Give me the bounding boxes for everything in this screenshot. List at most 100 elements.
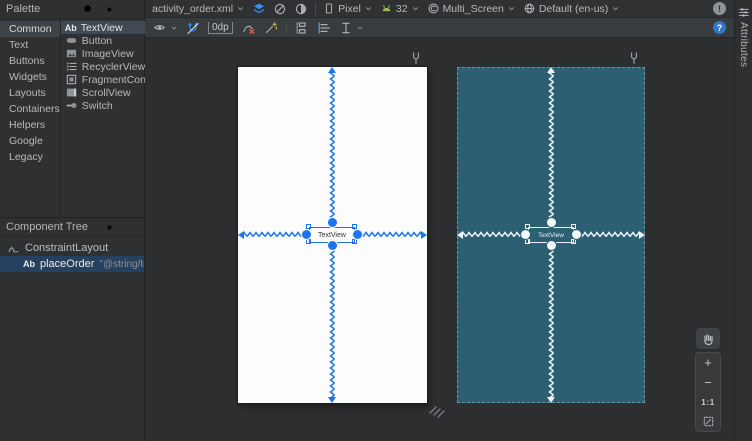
palette-item-switch[interactable]: Switch [61, 99, 155, 112]
palette-item-button[interactable]: Button [61, 34, 155, 47]
left-panel: Palette Common Text Buttons Widgets Layo [0, 0, 155, 441]
canvas-resize-handle[interactable] [428, 404, 446, 418]
scrollview-icon [65, 86, 78, 99]
constraint-spring-left [460, 231, 526, 238]
palette-category-widgets[interactable]: Widgets [0, 69, 60, 85]
palette-category-layouts[interactable]: Layouts [0, 85, 60, 101]
theme-icon [427, 2, 440, 15]
constraint-anchor-left[interactable] [302, 230, 311, 239]
constraint-spring-bottom [548, 245, 555, 400]
constraint-arrow-right [421, 230, 427, 239]
constraint-anchor-bottom[interactable] [546, 241, 556, 250]
constraint-arrow-bottom [328, 397, 336, 403]
tree-item-placeorder[interactable]: Ab placeOrder "@string/textvi... [0, 256, 144, 272]
constraint-anchor-right[interactable] [353, 230, 362, 239]
clear-constraints-button[interactable] [241, 21, 256, 35]
palette-category-common[interactable]: Common [0, 21, 60, 37]
view-options-button[interactable] [152, 21, 178, 34]
palette-category-legacy[interactable]: Legacy [0, 149, 60, 165]
constraint-spring-right [576, 231, 642, 238]
gear-icon[interactable] [101, 2, 117, 16]
constraint-spring-left [241, 231, 307, 238]
wrench-icon[interactable] [408, 50, 423, 65]
palette-title: Palette [6, 3, 41, 15]
help-icon[interactable]: ? [713, 21, 726, 34]
palette-item-scrollview[interactable]: ScrollView [61, 86, 155, 99]
zoom-100-button[interactable]: 1:1 [696, 392, 720, 412]
palette-category-google[interactable]: Google [0, 133, 60, 149]
constraint-spring-bottom [329, 245, 336, 400]
night-mode-icon[interactable] [294, 2, 308, 16]
constraint-anchor-right[interactable] [572, 230, 581, 239]
attributes-icon [738, 6, 750, 18]
palette-category-buttons[interactable]: Buttons [0, 53, 60, 69]
editor-toolbar-bottom: 0dp ? [145, 18, 734, 38]
constraint-arrow-right [639, 230, 645, 239]
theme-selector[interactable]: Multi_Screen [427, 2, 516, 15]
switch-icon [65, 99, 78, 112]
minimize-icon[interactable] [122, 220, 138, 234]
palette-header: Palette [0, 0, 144, 19]
file-tab[interactable]: activity_order.xml [152, 3, 245, 15]
palette-item-fragmentcontainerview[interactable]: FragmentCon... [61, 73, 155, 86]
constraintlayout-icon [7, 242, 20, 255]
blueprint-view-canvas[interactable]: TextView [457, 67, 645, 403]
autoconnect-toggle[interactable] [186, 21, 200, 35]
zoom-in-button[interactable]: + [696, 353, 720, 373]
chevron-down-icon [507, 4, 516, 13]
constraint-arrow-top [328, 67, 336, 73]
constraint-arrow-left [238, 230, 244, 239]
palette-panel: Palette Common Text Buttons Widgets Layo [0, 0, 155, 218]
constraint-spring-top [548, 70, 555, 227]
default-margin-selector[interactable]: 0dp [208, 21, 233, 34]
zoom-out-button[interactable]: − [696, 373, 720, 393]
errors-icon[interactable]: ! [713, 2, 726, 15]
constraint-arrow-top [547, 67, 555, 73]
editor-toolbar-top: activity_order.xml Pixel 32 Multi_Screen [145, 0, 734, 18]
toolbar-separator [285, 21, 287, 34]
search-icon[interactable] [80, 2, 96, 16]
minimize-icon[interactable] [122, 2, 138, 16]
toolbar-separator [315, 2, 317, 15]
component-tree-title: Component Tree [6, 221, 88, 233]
constraint-anchor-top[interactable] [546, 218, 556, 227]
constraint-anchor-top[interactable] [328, 218, 337, 227]
guidelines-button[interactable] [339, 21, 364, 35]
tree-item-constraintlayout[interactable]: ConstraintLayout [0, 240, 144, 256]
design-surface-icon[interactable] [252, 2, 266, 16]
palette-category-text[interactable]: Text [0, 37, 60, 53]
palette-item-imageview[interactable]: ImageView [61, 47, 155, 60]
constraint-spring-right [357, 231, 424, 238]
android-icon [380, 3, 393, 15]
chevron-down-icon [170, 24, 178, 32]
palette-category-helpers[interactable]: Helpers [0, 117, 60, 133]
globe-icon [523, 2, 536, 15]
device-selector[interactable]: Pixel [323, 2, 373, 15]
tree-item-value: "@string/textvi... [99, 258, 144, 270]
palette-items: Ab TextView Button ImageView RecyclerVie… [60, 19, 155, 217]
attributes-tab[interactable]: Attributes [738, 22, 749, 67]
editor-area: activity_order.xml Pixel 32 Multi_Screen [145, 0, 734, 441]
chevron-down-icon [356, 24, 364, 32]
constraint-spring-top [329, 70, 336, 227]
palette-item-recyclerview[interactable]: RecyclerView [61, 60, 155, 73]
zoom-to-fit-button[interactable] [696, 412, 720, 432]
infer-constraints-button[interactable] [264, 21, 278, 35]
palette-category-containers[interactable]: Containers [0, 101, 60, 117]
locale-selector[interactable]: Default (en-us) [523, 2, 620, 15]
component-tree-header: Component Tree [0, 218, 144, 237]
align-button[interactable] [317, 21, 331, 35]
design-surface[interactable]: TextView TextView + − 1:1 [145, 38, 734, 441]
orientation-icon[interactable] [273, 2, 287, 16]
pack-button[interactable] [295, 21, 309, 35]
wrench-icon[interactable] [626, 50, 641, 65]
constraint-arrow-bottom [547, 397, 555, 403]
gear-icon[interactable] [101, 220, 117, 234]
guideline-icon [339, 21, 353, 35]
constraint-anchor-left[interactable] [521, 230, 530, 239]
palette-item-textview[interactable]: Ab TextView [60, 21, 155, 34]
api-selector[interactable]: 32 [380, 3, 420, 15]
pan-button[interactable] [696, 328, 720, 349]
design-view-canvas[interactable]: TextView [238, 67, 427, 403]
constraint-anchor-bottom[interactable] [328, 241, 337, 250]
